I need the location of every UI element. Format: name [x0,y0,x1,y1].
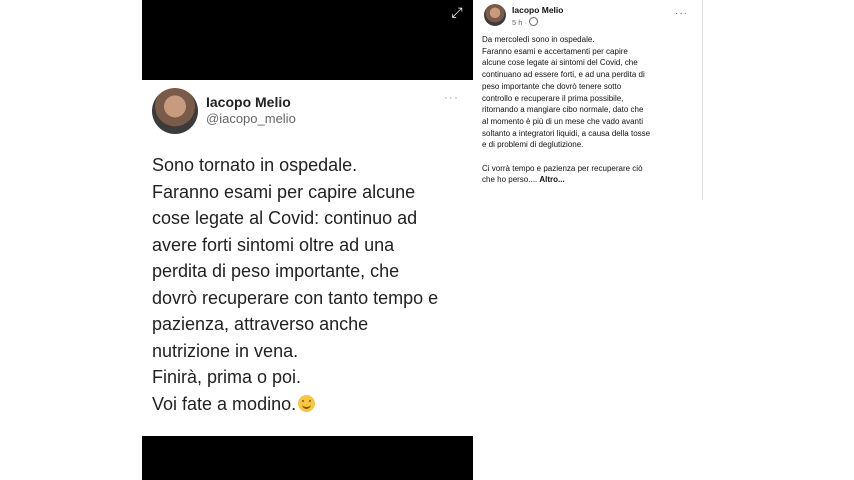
post-timestamp[interactable]: 5 h · [512,17,539,27]
tweet-author-handle: @iacopo_melio [206,111,296,126]
tweet-line: perdita di peso importante, che [152,261,400,281]
tweet-line: Faranno esami per capire alcune [152,181,416,202]
tweet-line: nutrizione in vena. [152,340,299,361]
globe-icon [529,17,539,26]
tweet-line: pazienza, attraverso anche [152,314,369,334]
tweet-line-text: Voi fate a modino. [152,393,297,414]
post-text: Da mercoledì sono in ospedale. Faranno e… [482,34,692,186]
tweet-text: Sono tornato in ospedale. Faranno esami … [152,152,467,417]
facebook-post: Iacopo Melio 5 h · ··· Da mercoledì sono… [476,0,703,200]
avatar[interactable] [484,4,506,26]
post-line-last: che ho perso.... Altro... [482,174,692,186]
expand-icon[interactable]: ⤢ [449,4,465,20]
more-options-icon[interactable]: ··· [675,8,688,19]
tweet-line: Finirà, prima o poi. [152,367,302,387]
post-time-text: 5 h · [512,18,528,27]
post-line: alcune cose legate ai sintomi del Covid,… [482,58,638,68]
tweet-line-last: Voi fate a modino. [152,391,467,418]
post-line: e di problemi di deglutizione. [482,140,584,150]
more-options-icon[interactable]: ··· [444,90,459,104]
post-line: continuano ad essere forti, e ad una per… [482,70,645,80]
tweet-line: avere forti sintomi oltre ad una [152,234,395,255]
post-line-text: che ho perso.... [482,175,538,185]
post-line: al momento è più di un mese che vado ava… [482,116,643,126]
tweet-line: cose legate al Covid: continuo ad [152,208,418,228]
tweet-line: Sono tornato in ospedale. [152,155,358,175]
post-line: Da mercoledì sono in ospedale. [482,35,595,44]
tweet-card: Iacopo Melio @iacopo_melio ··· Sono torn… [142,80,473,436]
tweet-author-name: Iacopo Melio [206,94,291,110]
avatar [152,88,198,134]
post-line: Ci vorrà tempo e pazienza per recuperare… [482,163,643,173]
tweet-line: dovrò recuperare con tanto tempo e [152,287,439,308]
smiling-face-icon [298,394,316,412]
post-line: Faranno esami e accertamenti per capire [482,46,628,56]
post-line: ritornando a mangiare cibo normale, dato… [482,105,644,115]
image-viewer: ⤢ Iacopo Melio @iacopo_melio ··· Sono to… [142,0,473,480]
see-more-link[interactable]: Altro... [539,175,564,184]
post-line: controllo e recuperare il prima possibil… [482,93,624,103]
post-line: peso importante che dovrò tenere sotto [482,81,622,91]
post-line: soltanto a integratori liquidi, a causa … [482,128,651,138]
post-author-name[interactable]: Iacopo Melio [512,5,563,15]
